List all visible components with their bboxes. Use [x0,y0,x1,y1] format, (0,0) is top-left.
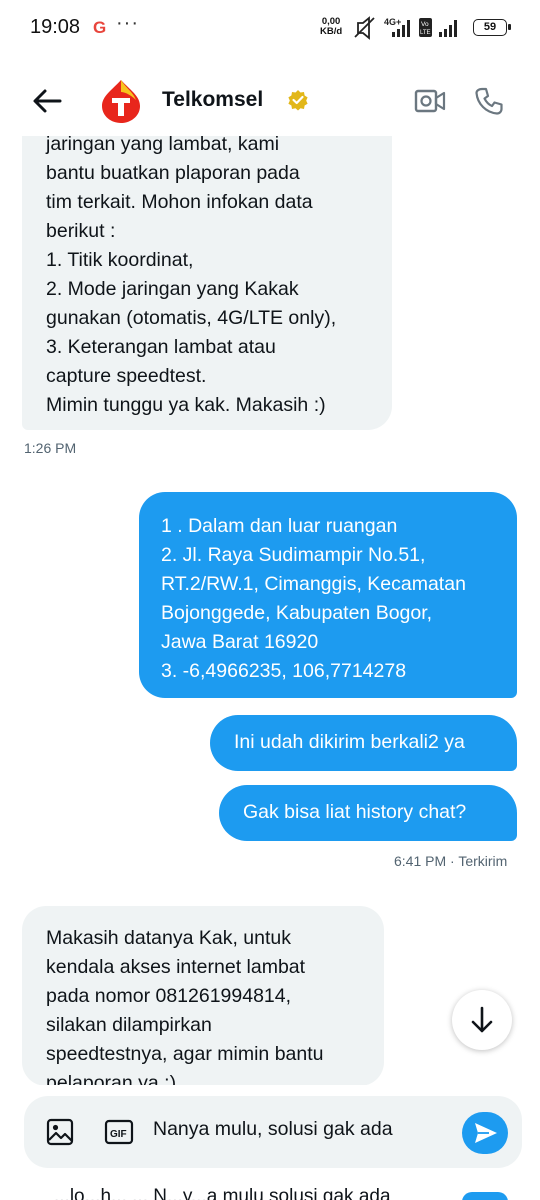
message-status-timestamp: 6:41 PM · Terkirim [394,853,508,869]
message-line: capture speedtest. [46,365,207,387]
phone-call-icon[interactable] [474,86,504,116]
message-input[interactable]: Nanya mulu, solusi gak ada [153,1118,393,1141]
mute-icon [354,16,375,40]
back-arrow-icon[interactable] [30,84,64,118]
google-icon: G [93,18,107,37]
gif-icon[interactable]: GIF [104,1119,134,1145]
message-line: pelaporan ya :) [46,1072,177,1086]
send-icon [475,1123,497,1143]
network-type: 4G+ [384,17,401,27]
message-line: Bojonggede, Kabupaten Bogor, [161,602,433,624]
clock: 19:08 [30,16,81,38]
incoming-message-bubble[interactable]: jaringan yang lambat, kami bantu buatkan… [22,112,392,430]
conversation-header: Telkomsel [0,66,540,136]
message-line: gunakan (otomatis, 4G/LTE only), [46,307,337,329]
message-line: bantu buatkan plaporan pada [46,162,300,184]
outgoing-message-bubble[interactable]: 1 . Dalam dan luar ruangan 2. Jl. Raya S… [139,492,517,698]
message-composer[interactable]: GIF Nanya mulu, solusi gak ada [24,1096,522,1168]
message-line: 3. Keterangan lambat atau [46,336,276,358]
scroll-to-bottom-button[interactable] [452,990,512,1050]
incoming-message-bubble[interactable]: Makasih datanya Kak, untuk kendala akses… [22,906,384,1086]
message-line: 3. -6,4966235, 106,7714278 [161,660,407,682]
message-timestamp: 1:26 PM [24,440,77,456]
video-call-icon[interactable] [414,88,446,114]
svg-text:Vo: Vo [421,21,429,28]
outgoing-message-bubble[interactable]: Gak bisa liat history chat? [219,785,517,841]
image-icon[interactable] [46,1118,74,1146]
more-notifications-icon: ··· [116,12,139,34]
telkomsel-logo-icon[interactable] [100,78,142,124]
message-line: speedtestnya, agar mimin bantu [46,1043,324,1065]
message-line: Makasih datanya Kak, untuk [46,927,291,949]
send-button[interactable] [462,1112,508,1154]
peek-send-button [462,1192,508,1200]
outgoing-message-bubble[interactable]: Ini udah dikirim berkali2 ya [210,715,517,771]
network-speed: 0,00 KB/d [320,17,342,37]
keyboard-suggestion-peek: ...lo...h... ... N...y...a mulu solusi g… [0,1180,540,1200]
verified-badge-icon [288,90,308,111]
message-line: pada nomor 081261994814, [46,985,292,1007]
message-line: 1 . Dalam dan luar ruangan [161,515,398,537]
message-line: 1. Titik koordinat, [46,249,194,271]
message-text: Gak bisa liat history chat? [243,801,467,823]
message-line: kendala akses internet lambat [46,956,306,978]
status-bar: 19:08 G ··· 0,00 KB/d 4G+ Vo LTE 59 [0,0,540,56]
message-text: jaringan yang lambat, kami bantu buatkan… [46,130,368,420]
svg-text:LTE: LTE [420,30,431,36]
message-line: tim terkait. Mohon infokan data [46,191,313,213]
conversation-title[interactable]: Telkomsel [162,88,263,112]
message-line: 2. Mode jaringan yang Kakak [46,278,299,300]
arrow-down-icon [471,1006,493,1033]
composer-area: GIF Nanya mulu, solusi gak ada [0,1085,540,1180]
signal-strength-2-icon [439,20,457,37]
message-line: silakan dilampirkan [46,1014,212,1036]
message-line: berikut : [46,220,116,242]
gif-label: GIF [110,1129,127,1140]
network-speed-unit: KB/d [320,26,343,37]
message-line: Jawa Barat 16920 [161,631,319,653]
message-line: 2. Jl. Raya Sudimampir No.51, [161,544,426,566]
battery-icon: 59 [473,19,511,36]
message-line: Mimin tunggu ya kak. Makasih :) [46,394,326,416]
message-line: RT.2/RW.1, Cimanggis, Kecamatan [161,573,466,595]
peek-text: ...lo...h... ... N...y...a mulu solusi g… [54,1186,391,1200]
message-text: Ini udah dikirim berkali2 ya [234,731,465,753]
